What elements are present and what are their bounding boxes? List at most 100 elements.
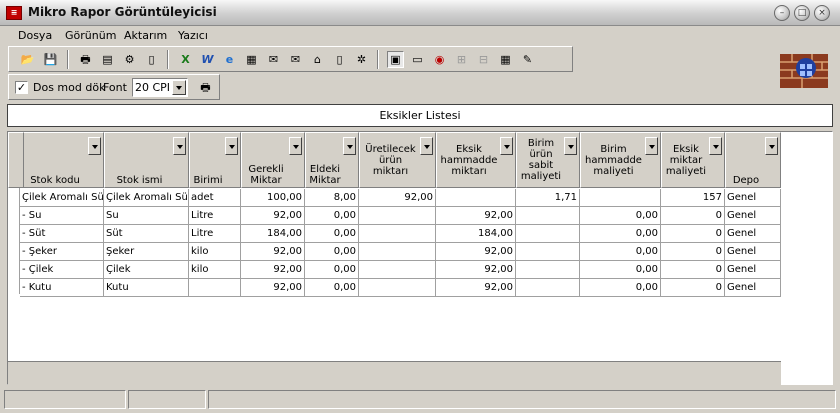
cell-eksik-miktar-maliyeti: 157 [661,189,725,207]
cell-uretilecek-urun-miktari [359,243,436,261]
print-icon[interactable]: 🖶 [77,51,94,68]
grid-corner [8,132,24,188]
column-header-label: Birim ürün sabit maliyeti [520,138,562,182]
cell-depo: Genel [725,207,781,225]
cell-stok-kodu: - Şeker [20,243,104,261]
column-filter-dropdown-icon[interactable] [765,137,778,155]
column-header-eksik-miktar-maliyeti[interactable]: Eksik miktar maliyeti [661,132,725,188]
view-mode-icon[interactable]: ▣ [387,51,404,68]
cell-stok-kodu: - Çilek [20,261,104,279]
brick-wall-logo-icon [780,54,828,88]
column-header-birim-hammadde-maliyeti[interactable]: Birim hammadde maliyeti [580,132,661,188]
toolbar-separator [167,50,169,69]
book-icon[interactable]: ▯ [143,51,160,68]
column-header-uretilecek-urun-miktari[interactable]: Üretilecek ürün miktarı [359,132,436,188]
home-page-icon[interactable]: ⌂ [309,51,326,68]
cell-stok-kodu: Çilek Aromalı Süt [20,189,104,207]
dos-mode-checkbox[interactable]: ✓ [15,81,28,94]
column-filter-dropdown-icon[interactable] [420,137,433,155]
maximize-button[interactable]: □ [794,5,810,21]
cell-birim-urun-sabit-maliyeti: 1,71 [516,189,580,207]
chevron-down-icon[interactable] [172,80,186,95]
menu-gorunum[interactable]: Görünüm [65,29,116,42]
cell-eksik-hammadde-miktari: 184,00 [436,225,516,243]
cell-eksik-miktar-maliyeti: 0 [661,261,725,279]
page-setup-icon[interactable]: ▭ [409,51,426,68]
status-bar [0,387,840,413]
column-header-stok-kodu[interactable]: Stok kodu [20,132,104,188]
tree-collapse-icon[interactable]: ⊟ [475,51,492,68]
cell-birimi: kilo [189,261,241,279]
cell-eksik-hammadde-miktari: 92,00 [436,279,516,297]
column-header-label: Stok ismi [116,175,163,186]
app-icon: ≡ [6,6,22,20]
grid-empty-area [781,188,833,385]
menu-yazici[interactable]: Yazıcı [178,29,208,42]
minimize-button[interactable]: – [774,5,790,21]
report-edit-icon[interactable]: ▦ [497,51,514,68]
column-filter-dropdown-icon[interactable] [709,137,722,155]
report-grid: Stok kodu Stok ismi Birimi Gerekli Miktar El… [7,131,833,385]
cell-eksik-hammadde-miktari: 92,00 [436,261,516,279]
column-header-birimi[interactable]: Birimi [189,132,241,188]
record-icon[interactable]: ◉ [431,51,448,68]
options-gear-icon[interactable]: ✲ [353,51,370,68]
close-button[interactable]: × [814,5,830,21]
cell-uretilecek-urun-miktari [359,207,436,225]
open-folder-icon[interactable]: 📂 [19,51,36,68]
font-label: Font [103,81,127,94]
title-bar[interactable]: ≡ Mikro Rapor Görüntüleyicisi – □ × [0,0,840,26]
mail-envelope-icon[interactable]: ✉ [287,51,304,68]
font-select-value: 20 CPI [135,81,171,94]
menu-aktarim[interactable]: Aktarım [124,29,167,42]
cell-depo: Genel [725,261,781,279]
column-header-gerekli-miktar[interactable]: Gerekli Miktar [241,132,305,188]
column-filter-dropdown-icon[interactable] [225,137,238,155]
column-filter-dropdown-icon[interactable] [173,137,186,155]
column-header-depo[interactable]: Depo [725,132,781,188]
email-send-icon[interactable]: ✉ [265,51,282,68]
column-filter-dropdown-icon[interactable] [500,137,513,155]
export-document-icon[interactable]: ▦ [243,51,260,68]
save-disk-icon[interactable]: 💾 [42,51,59,68]
horizontal-scrollbar[interactable] [8,361,781,385]
cell-eksik-hammadde-miktari: 92,00 [436,207,516,225]
column-filter-dropdown-icon[interactable] [645,137,658,155]
cell-uretilecek-urun-miktari: 92,00 [359,189,436,207]
column-header-label: Eksik hammadde miktarı [440,143,498,177]
cell-eldeki-miktar: 0,00 [305,243,359,261]
cell-eksik-hammadde-miktari: 92,00 [436,243,516,261]
column-filter-dropdown-icon[interactable] [88,137,101,155]
column-header-birim-urun-sabit-maliyeti[interactable]: Birim ürün sabit maliyeti [516,132,580,188]
column-filter-dropdown-icon[interactable] [343,137,356,155]
column-header-stok-ismi[interactable]: Stok ismi [104,132,189,188]
tree-expand-icon[interactable]: ⊞ [453,51,470,68]
settings-gear-icon[interactable]: ⚙ [121,51,138,68]
excel-icon[interactable]: X [177,51,194,68]
blank-page-icon[interactable]: ▯ [331,51,348,68]
font-select[interactable]: 20 CPI [132,78,188,97]
cell-birim-hammadde-maliyeti: 0,00 [580,225,661,243]
menu-dosya[interactable]: Dosya [18,29,52,42]
cell-eldeki-miktar: 8,00 [305,189,359,207]
column-filter-dropdown-icon[interactable] [289,137,302,155]
cell-eksik-hammadde-miktari [436,189,516,207]
print-preview-icon[interactable]: ▤ [99,51,116,68]
pen-tool-icon[interactable]: ✎ [519,51,536,68]
column-filter-dropdown-icon[interactable] [564,137,577,155]
printer-icon[interactable]: 🖶 [197,79,214,96]
column-header-label: Birim hammadde maliyeti [585,143,642,177]
column-header-eldeki-miktar[interactable]: Eldeki Miktar [305,132,359,188]
column-header-eksik-hammadde-miktari[interactable]: Eksik hammadde miktarı [436,132,516,188]
cell-gerekli-miktar: 184,00 [241,225,305,243]
word-icon[interactable]: W [199,51,216,68]
cell-depo: Genel [725,243,781,261]
cell-birim-hammadde-maliyeti: 0,00 [580,243,661,261]
internet-explorer-icon[interactable]: e [221,51,238,68]
cell-eksik-miktar-maliyeti: 0 [661,279,725,297]
cell-birim-urun-sabit-maliyeti [516,261,580,279]
cell-eldeki-miktar: 0,00 [305,207,359,225]
cell-birimi: Litre [189,225,241,243]
cell-birimi: kilo [189,243,241,261]
cell-stok-ismi: Çilek [104,261,189,279]
